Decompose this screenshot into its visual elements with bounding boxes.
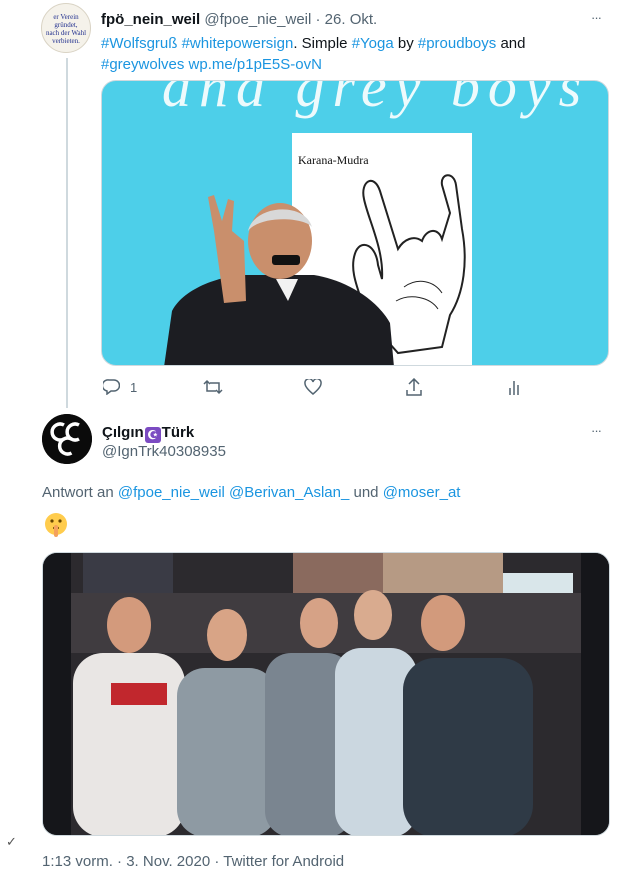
image-overlay-text: and grey boys	[162, 80, 590, 119]
people	[73, 590, 533, 835]
text-segment: and	[496, 35, 526, 52]
hashtag-proudboys[interactable]: #proudboys	[418, 35, 496, 52]
mention-link[interactable]: @Berivan_Aslan_	[229, 484, 349, 501]
display-name[interactable]: fpö_nein_weil	[101, 11, 200, 28]
tweet-footer: 1:13 vorm. · 3. Nov. 2020 · Twitter for …	[42, 853, 344, 870]
tweet-time[interactable]: 1:13 vorm.	[42, 853, 113, 870]
separator: ·	[315, 11, 321, 28]
reply-icon[interactable]	[103, 379, 120, 395]
reply-label: Antwort an	[42, 484, 114, 501]
avatar-text: nach der Wahl	[45, 29, 87, 37]
reply-conjunction: und	[353, 484, 379, 501]
text-segment: by	[393, 35, 418, 52]
speaker-photo	[164, 195, 394, 365]
crescents-logo	[42, 414, 92, 464]
hashtag-wolfsgruss[interactable]: #Wolfsgruß	[101, 35, 177, 52]
handle[interactable]: @fpoe_nie_weil	[204, 11, 311, 28]
group-photo	[43, 553, 609, 835]
display-name-part: Türk	[161, 424, 195, 441]
tweet-source[interactable]: Twitter for Android	[223, 853, 344, 870]
tweet-media-image[interactable]: and grey boys Karana-Mudra	[101, 80, 609, 366]
hashtag-whitepowersign[interactable]: #whitepowersign	[182, 35, 294, 52]
retweet-icon[interactable]	[203, 379, 223, 395]
thread-line	[66, 58, 68, 408]
avatar[interactable]	[42, 414, 92, 464]
tweet-date[interactable]: 3. Nov. 2020	[126, 853, 210, 870]
tweet-date[interactable]: 26. Okt.	[325, 11, 378, 28]
more-icon[interactable]: ···	[591, 10, 602, 25]
hashtag-yoga[interactable]: #Yoga	[352, 35, 394, 52]
separator: ·	[214, 853, 220, 870]
card-caption: Karana-Mudra	[298, 153, 369, 167]
tweet-media-photo[interactable]	[42, 552, 610, 836]
share-icon[interactable]	[406, 378, 422, 396]
tweet-actions: 1	[101, 376, 561, 400]
checkmark-icon: ✓	[6, 834, 17, 849]
mention-link[interactable]: @fpoe_nie_weil	[118, 484, 225, 501]
separator: ·	[117, 853, 123, 870]
reply-context: Antwort an @fpoe_nie_weil @Berivan_Aslan…	[42, 484, 460, 501]
handle[interactable]: @IgnTrk40308935	[102, 443, 226, 460]
display-name-part: Çılgın	[102, 424, 144, 441]
avatar-text: verbieten.	[52, 37, 80, 45]
tweet-text: #Wolfsgruß #whitepowersign. Simple #Yoga…	[101, 33, 561, 75]
tweet-link[interactable]: wp.me/p1pE5S-ovN	[189, 56, 322, 73]
mention-link[interactable]: @moser_at	[383, 484, 461, 501]
shushing-face-emoji	[45, 513, 67, 537]
heart-icon[interactable]	[304, 379, 322, 395]
analytics-icon[interactable]	[508, 379, 522, 395]
display-name[interactable]: Çılgın ☪ Türk	[102, 424, 194, 443]
star-crescent-icon: ☪	[144, 427, 161, 443]
avatar-text: er Verein	[53, 13, 79, 21]
hashtag-greywolves[interactable]: #greywolves	[101, 56, 184, 73]
reply-count: 1	[130, 380, 138, 395]
more-icon[interactable]: ···	[591, 423, 602, 438]
text-segment: . Simple	[293, 35, 352, 52]
tweet-header: fpö_nein_weil @fpoe_nie_weil · 26. Okt.	[101, 11, 377, 28]
avatar[interactable]: er Verein gründet, nach der Wahl verbiet…	[41, 3, 91, 53]
avatar-text: gründet,	[54, 21, 78, 29]
